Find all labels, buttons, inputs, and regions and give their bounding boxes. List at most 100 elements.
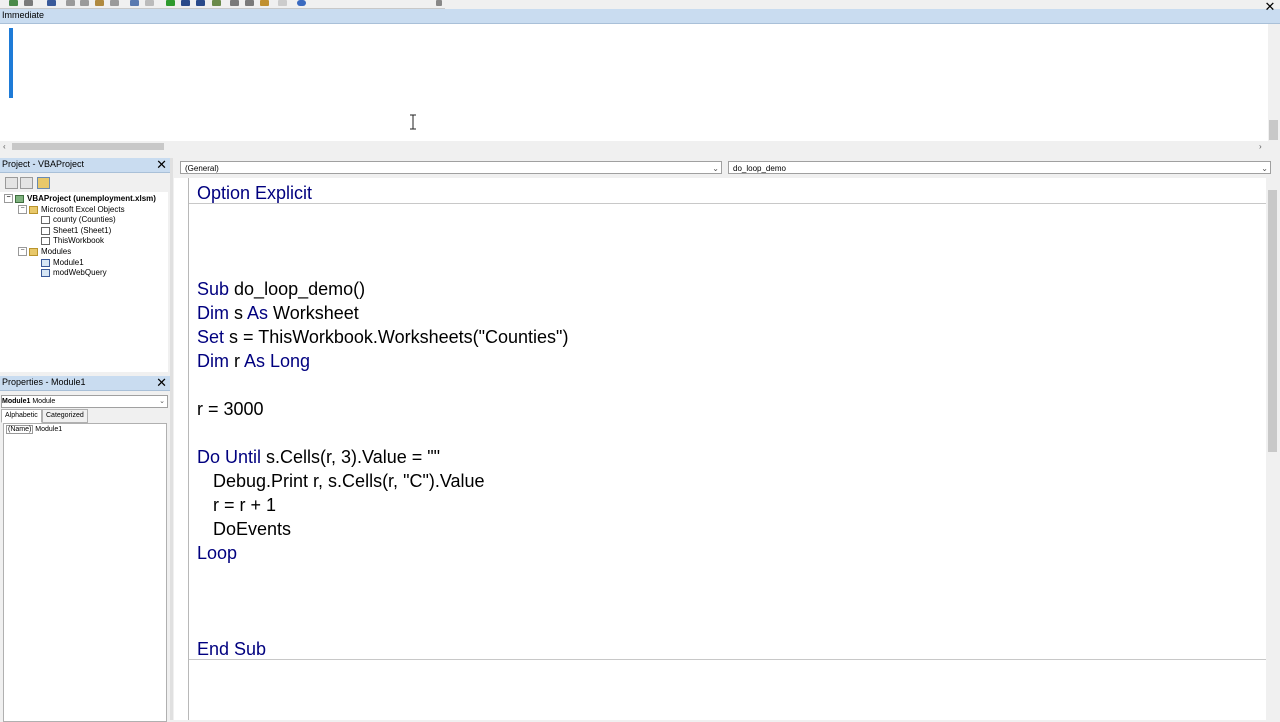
chevron-down-icon: ⌄ xyxy=(712,164,719,173)
close-icon[interactable]: ✕ xyxy=(1264,0,1276,13)
tree-item-label: county (Counties) xyxy=(53,215,116,224)
code-line[interactable]: Do Until s.Cells(r, 3).Value = "" xyxy=(197,447,440,467)
toolbox-icon[interactable] xyxy=(278,0,287,6)
properties-grid: (Name) Module1 xyxy=(3,423,167,722)
tree-item-module1[interactable]: Module1 xyxy=(41,258,84,268)
tab-categorized[interactable]: Categorized xyxy=(42,409,88,423)
sheet-icon xyxy=(41,215,50,224)
code-line[interactable]: End Sub xyxy=(197,639,266,659)
code-text: s = ThisWorkbook.Worksheets("Counties") xyxy=(224,327,569,347)
code-line[interactable]: Sub do_loop_demo() xyxy=(197,279,365,299)
code-keyword: Do Until xyxy=(197,447,262,467)
immediate-window-titlebar: Immediate xyxy=(0,9,1280,24)
code-vertical-scroll-thumb[interactable] xyxy=(1268,190,1277,452)
tree-item-sheet1[interactable]: Sheet1 (Sheet1) xyxy=(41,226,111,236)
close-icon[interactable]: ✕ xyxy=(156,376,167,389)
toggle-folders-icon[interactable] xyxy=(37,177,50,189)
tree-item-modwebquery[interactable]: modWebQuery xyxy=(41,268,107,278)
code-line[interactable]: DoEvents xyxy=(213,519,291,539)
immediate-window-title: Immediate xyxy=(2,10,45,20)
text-caret xyxy=(9,28,13,98)
toolbar xyxy=(0,0,445,9)
object-select[interactable]: (General) ⌄ xyxy=(180,161,722,174)
procedure-select[interactable]: do_loop_demo ⌄ xyxy=(728,161,1271,174)
code-line[interactable]: Dim s As Worksheet xyxy=(197,303,359,323)
properties-object-name: Module1 xyxy=(2,398,31,405)
immediate-window-input[interactable] xyxy=(0,24,1268,141)
paste-icon[interactable] xyxy=(95,0,104,6)
object-browser-icon[interactable] xyxy=(260,0,269,6)
code-text: s.Cells(r, 3).Value = "" xyxy=(261,447,441,467)
properties-object-select[interactable]: Module1 Module ⌄ xyxy=(1,395,168,408)
project-explorer-scrollbar[interactable] xyxy=(160,173,170,193)
project-explorer-titlebar: Project - VBAProject ✕ xyxy=(0,158,170,173)
folder-icon xyxy=(29,247,38,256)
close-icon[interactable]: ✕ xyxy=(156,158,167,171)
redo-icon[interactable] xyxy=(145,0,154,6)
tree-item-modules[interactable]: − Modules xyxy=(18,247,71,257)
immediate-horizontal-scrollbar[interactable] xyxy=(0,141,1268,152)
view-excel-icon[interactable] xyxy=(9,0,18,6)
code-text: r = r + 1 xyxy=(213,495,277,515)
tree-item-thisworkbook[interactable]: ThisWorkbook xyxy=(41,236,104,246)
view-code-icon[interactable] xyxy=(5,177,18,189)
pane-splitter[interactable] xyxy=(170,158,173,720)
code-keyword: Set xyxy=(197,327,225,347)
reset-icon[interactable] xyxy=(196,0,205,6)
properties-title: Properties - Module1 xyxy=(2,377,86,387)
code-keyword: End Sub xyxy=(197,639,267,659)
break-icon[interactable] xyxy=(181,0,190,6)
scroll-right-icon[interactable]: › xyxy=(1259,142,1262,152)
find-icon[interactable] xyxy=(110,0,119,6)
view-object-icon[interactable] xyxy=(20,177,33,189)
copy-icon[interactable] xyxy=(80,0,89,6)
cut-icon[interactable] xyxy=(66,0,75,6)
property-name: (Name) xyxy=(6,425,34,434)
module-icon xyxy=(41,268,50,277)
tree-item-label: Microsoft Excel Objects xyxy=(41,205,125,214)
immediate-vertical-scroll-thumb[interactable] xyxy=(1269,120,1278,140)
ibeam-cursor-icon xyxy=(410,114,416,130)
scroll-left-icon[interactable]: ‹ xyxy=(3,142,6,152)
code-keyword: Option Explicit xyxy=(197,183,313,203)
design-mode-icon[interactable] xyxy=(212,0,221,6)
undo-icon[interactable] xyxy=(130,0,139,6)
code-line[interactable]: Set s = ThisWorkbook.Worksheets("Countie… xyxy=(197,327,568,347)
tree-item-label: Modules xyxy=(41,247,72,256)
tree-item-label: ThisWorkbook xyxy=(53,236,104,245)
object-select-value: (General) xyxy=(185,164,219,173)
chevron-down-icon: ⌄ xyxy=(159,398,165,405)
code-text: r = 3000 xyxy=(197,399,264,419)
toolbar-options-icon[interactable] xyxy=(436,0,442,6)
code-line[interactable]: r = r + 1 xyxy=(213,495,276,515)
code-margin-indicator-bar[interactable] xyxy=(174,178,189,720)
project-explorer-toolbar xyxy=(0,173,170,191)
procedure-separator xyxy=(189,659,1266,660)
collapse-icon[interactable]: − xyxy=(18,205,27,215)
save-icon[interactable] xyxy=(47,0,56,6)
collapse-icon[interactable]: − xyxy=(18,247,27,257)
code-line[interactable]: Option Explicit xyxy=(197,183,312,203)
tree-item-excel-objects[interactable]: − Microsoft Excel Objects xyxy=(18,205,125,215)
module-icon xyxy=(41,258,50,267)
property-row[interactable]: (Name) Module1 xyxy=(6,425,62,434)
help-icon[interactable] xyxy=(297,0,306,6)
properties-window-icon[interactable] xyxy=(245,0,254,6)
code-line[interactable]: r = 3000 xyxy=(197,399,264,419)
run-icon[interactable] xyxy=(166,0,175,6)
immediate-horizontal-scroll-thumb[interactable] xyxy=(12,143,164,150)
tab-alphabetic[interactable]: Alphabetic xyxy=(1,409,42,423)
tree-item-label: VBAProject (unemployment.xlsm) xyxy=(27,194,156,203)
code-text: Debug.Print r, s.Cells(r, "C").Value xyxy=(213,471,485,491)
insert-icon[interactable] xyxy=(24,0,33,6)
code-line[interactable]: Loop xyxy=(197,543,237,563)
code-line[interactable]: Debug.Print r, s.Cells(r, "C").Value xyxy=(213,471,485,491)
property-value[interactable]: Module1 xyxy=(35,426,62,433)
tree-item-county-sheet[interactable]: county (Counties) xyxy=(41,215,116,225)
tree-item-label: Module1 xyxy=(53,258,84,267)
code-line[interactable]: Dim r As Long xyxy=(197,351,310,371)
tree-item-project[interactable]: − VBAProject (unemployment.xlsm) xyxy=(4,194,156,204)
procedure-select-value: do_loop_demo xyxy=(733,164,786,173)
project-explorer-icon[interactable] xyxy=(230,0,239,6)
collapse-icon[interactable]: − xyxy=(4,194,13,204)
